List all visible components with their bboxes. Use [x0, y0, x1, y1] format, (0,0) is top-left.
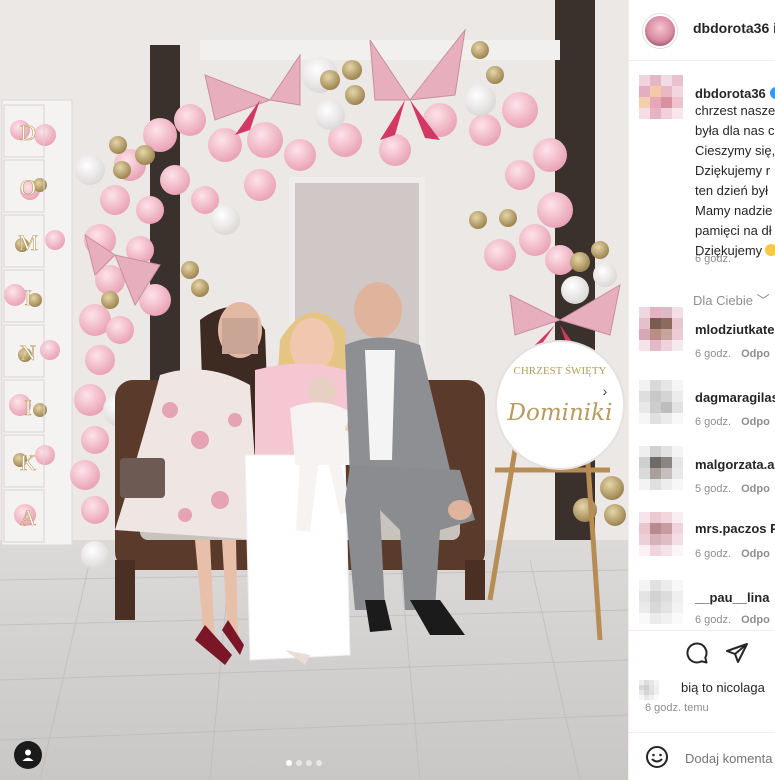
author-avatar[interactable] [643, 14, 677, 48]
sign-top-text: CHRZEST ŚWIĘTY [514, 365, 607, 377]
caption-username-text[interactable]: dbdorota36 [695, 86, 766, 101]
reply-link[interactable]: Odpo [741, 416, 770, 428]
header-username-text[interactable]: dbdorota36 [693, 20, 769, 36]
comment-avatar[interactable] [639, 446, 683, 490]
comment-time: 6 godz. [695, 348, 732, 360]
caption-line: Cieszymy się, [695, 143, 775, 158]
sign-name-text: Dominiki [507, 400, 613, 426]
reply-link[interactable]: Odpo [741, 348, 770, 360]
box-letter: M [18, 230, 38, 255]
emoji-icon [765, 244, 775, 256]
comment-username[interactable]: __pau__lina [695, 590, 769, 605]
header-username[interactable]: dbdorota36 i [693, 20, 775, 36]
user-tag-button[interactable] [14, 741, 42, 769]
post-photo[interactable]: D O M I N I K A CHRZEST ŚWIĘTY Dominiki … [0, 0, 628, 780]
action-bar [629, 630, 775, 671]
smiley-icon[interactable] [645, 745, 669, 769]
box-letter: K [20, 450, 36, 475]
caption-line: ten dzień był [695, 183, 768, 198]
comment-username[interactable]: dagmaragilas [695, 390, 775, 405]
liker-avatar[interactable] [639, 680, 679, 700]
carousel-dot [306, 760, 312, 766]
comment-meta: 6 godz. Odpo [695, 614, 770, 626]
comment-meta: 6 godz. Odpo [695, 548, 770, 560]
box-letter: O [20, 175, 36, 200]
box-letter: D [20, 120, 36, 145]
comment-username[interactable]: mlodziutkate [695, 322, 774, 337]
post-side-panel: dbdorota36 i dbdorota36 chrzest nasze by… [628, 0, 775, 780]
caption-line: chrzest nasze [695, 103, 775, 118]
box-letter: I [24, 285, 31, 310]
carousel-dot [316, 760, 322, 766]
next-slide-button[interactable]: › [592, 378, 618, 404]
comment-time: 6 godz. [695, 548, 732, 560]
reply-link[interactable]: Odpo [741, 614, 770, 626]
comment-avatar[interactable] [639, 307, 683, 351]
box-letter: I [24, 395, 31, 420]
carousel-dot [286, 760, 292, 766]
caption-username[interactable]: dbdorota36 [695, 86, 775, 101]
comment-avatar[interactable] [639, 512, 683, 556]
caption-line: Dziękujemy r [695, 163, 771, 178]
caption-line: Mamy nadzie [695, 203, 773, 218]
reply-link[interactable]: Odpo [741, 483, 770, 495]
comment-meta: 5 godz. Odpo [695, 483, 770, 495]
comment-time: 6 godz. [695, 416, 732, 428]
caption-avatar[interactable] [639, 75, 683, 119]
box-letter: A [20, 505, 36, 530]
carousel-dots [286, 760, 322, 766]
comment-icon[interactable] [685, 641, 709, 665]
caption-time: 6 godz. [695, 253, 732, 265]
reply-link[interactable]: Odpo [741, 548, 770, 560]
verified-badge-icon [769, 87, 775, 99]
caption-line: pamięci na dł [695, 223, 772, 238]
comment-avatar[interactable] [639, 580, 683, 624]
chevron-right-icon: › [602, 383, 608, 399]
box-letter: N [20, 340, 36, 365]
likes-summary[interactable]: bią to nicolaga [681, 680, 765, 695]
share-icon[interactable] [725, 641, 749, 665]
caption-line: była dla nas c [695, 123, 775, 138]
carousel-dot [296, 760, 302, 766]
sort-label[interactable]: Dla Ciebie [693, 293, 753, 308]
caption-text: chrzest nasze była dla nas c Cieszymy si… [695, 101, 775, 261]
post-time[interactable]: 6 godz. temu [645, 702, 709, 714]
add-comment-input[interactable] [683, 747, 775, 769]
comment-avatar[interactable] [639, 380, 683, 424]
person-icon [22, 749, 34, 761]
comment-sort-dropdown[interactable]: Dla Ciebie ﹀ [693, 290, 770, 309]
chevron-down-icon: ﹀ [756, 293, 770, 308]
add-comment-bar [629, 732, 775, 780]
post-header: dbdorota36 i [629, 0, 775, 61]
comment-meta: 6 godz. Odpo [695, 416, 770, 428]
comment-time: 6 godz. [695, 614, 732, 626]
comment-time: 5 godz. [695, 483, 732, 495]
comment-username[interactable]: malgorzata.a [695, 457, 774, 472]
comment-meta: 6 godz. Odpo [695, 348, 770, 360]
comment-username[interactable]: mrs.paczos P [695, 521, 775, 536]
photo-scene: D O M I N I K A CHRZEST ŚWIĘTY Dominiki [0, 0, 628, 780]
